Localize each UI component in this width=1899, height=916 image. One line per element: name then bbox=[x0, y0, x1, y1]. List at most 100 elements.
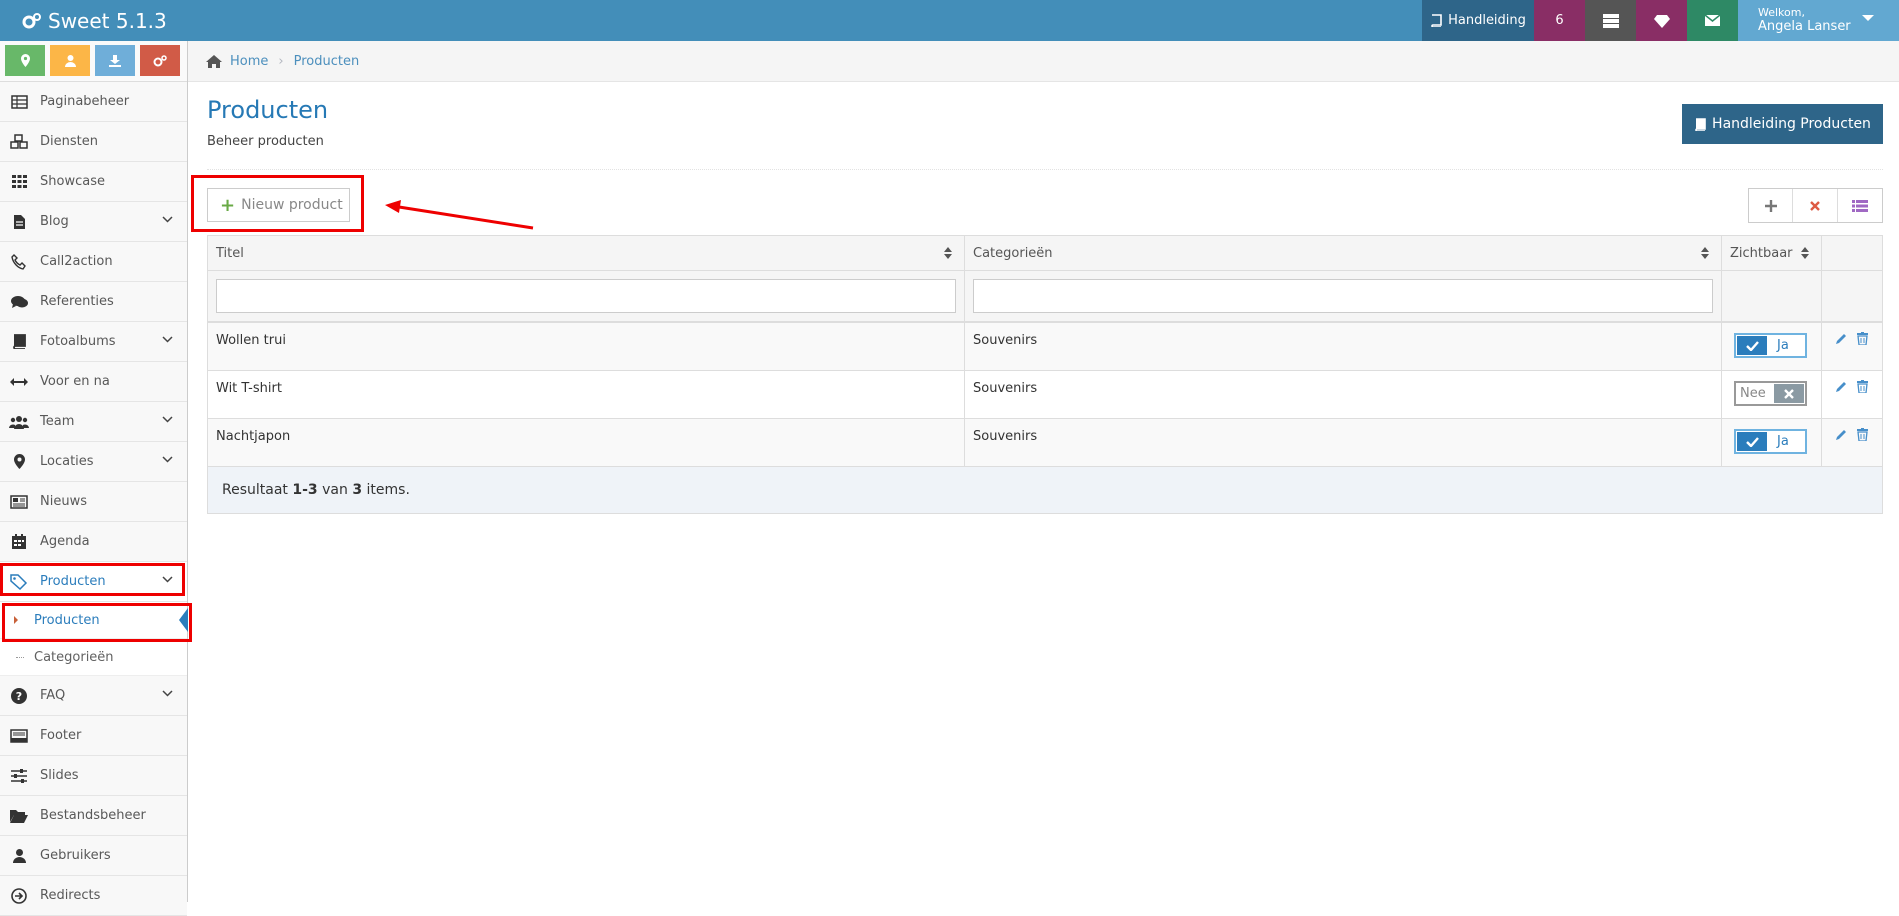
tree-dash bbox=[16, 657, 24, 658]
cogs-icon bbox=[22, 12, 41, 28]
arrows-h-icon bbox=[10, 377, 28, 386]
breadcrumb-current[interactable]: Producten bbox=[294, 54, 360, 69]
sidebar-item-label: Fotoalbums bbox=[40, 334, 116, 349]
manual-products-button[interactable]: Handleiding Producten bbox=[1682, 104, 1883, 144]
cell-visible: Nee bbox=[1722, 371, 1822, 419]
visibility-toggle[interactable]: Nee bbox=[1734, 381, 1807, 406]
sidebar-item-label: Referenties bbox=[40, 294, 114, 309]
highlight-box-submenu-producten bbox=[2, 603, 192, 642]
toggle-label: Ja bbox=[1777, 434, 1789, 449]
sidebar-item-fotoalbums[interactable]: Fotoalbums bbox=[0, 322, 187, 362]
notification-count: 6 bbox=[1555, 13, 1564, 28]
column-header-actions bbox=[1822, 236, 1882, 271]
map-marker-icon bbox=[13, 454, 25, 469]
products-table: Titel Categorieën Zichtbaar Wollen trui … bbox=[207, 235, 1883, 514]
table-footer: Resultaat 1-3 van 3 items. bbox=[208, 467, 1882, 513]
sidebar-item-voor-en-na[interactable]: Voor en na bbox=[0, 362, 187, 402]
app-title: Sweet 5.1.3 bbox=[48, 8, 167, 33]
chevron-down-icon bbox=[162, 216, 173, 223]
trash-icon[interactable] bbox=[1857, 380, 1868, 393]
sidebar-item-referenties[interactable]: Referenties bbox=[0, 282, 187, 322]
visibility-toggle[interactable]: Ja bbox=[1734, 333, 1807, 358]
notifications-button[interactable]: 6 bbox=[1534, 0, 1585, 41]
sidebar-item-label: Paginabeheer bbox=[40, 94, 130, 109]
sidebar-item-label: Slides bbox=[40, 768, 79, 783]
sidebar-item-blog[interactable]: Blog bbox=[0, 202, 187, 242]
table-header-row: Titel Categorieën Zichtbaar bbox=[208, 236, 1882, 271]
table-row: Nachtjapon Souvenirs Ja bbox=[208, 419, 1882, 467]
filter-cell bbox=[965, 271, 1722, 323]
pencil-icon[interactable] bbox=[1835, 428, 1848, 441]
shortcut-location[interactable] bbox=[5, 45, 45, 76]
sidebar-item-team[interactable]: Team bbox=[0, 402, 187, 442]
diamond-button[interactable] bbox=[1636, 0, 1687, 41]
shortcut-settings[interactable] bbox=[140, 45, 180, 76]
footer-suffix: items. bbox=[366, 482, 410, 498]
sidebar-item-diensten[interactable]: Diensten bbox=[0, 122, 187, 162]
sidebar-item-agenda[interactable]: Agenda bbox=[0, 522, 187, 562]
newspaper-icon bbox=[10, 494, 28, 509]
trash-icon[interactable] bbox=[1857, 332, 1868, 345]
submenu-item-categorieen[interactable]: Categorieën bbox=[0, 639, 187, 676]
welcome-text: Welkom, bbox=[1758, 5, 1805, 19]
highlight-box-new-product bbox=[191, 175, 364, 232]
sidebar-item-label: Redirects bbox=[40, 888, 101, 903]
sidebar-item-gebruikers[interactable]: Gebruikers bbox=[0, 836, 187, 876]
sidebar-item-call2action[interactable]: Call2action bbox=[0, 242, 187, 282]
book-icon bbox=[1695, 117, 1706, 131]
book-icon bbox=[1431, 14, 1442, 27]
sidebar-item-bestandsbeheer[interactable]: Bestandsbeheer bbox=[0, 796, 187, 836]
server-button[interactable] bbox=[1585, 0, 1636, 41]
question-icon: ? bbox=[11, 687, 27, 704]
visibility-toggle[interactable]: Ja bbox=[1734, 429, 1807, 454]
pencil-icon[interactable] bbox=[1835, 332, 1848, 345]
column-header-label: Categorieën bbox=[973, 245, 1053, 261]
title-filter-input[interactable] bbox=[216, 279, 956, 313]
breadcrumb: Home › Producten bbox=[188, 41, 1899, 82]
sidebar-item-faq[interactable]: ? FAQ bbox=[0, 676, 187, 716]
sidebar-item-label: Blog bbox=[40, 214, 69, 229]
filter-cell bbox=[1822, 271, 1882, 323]
user-menu[interactable]: Welkom, Angela Lanser bbox=[1738, 0, 1899, 41]
sidebar-item-showcase[interactable]: Showcase bbox=[0, 162, 187, 202]
sidebar-item-redirects[interactable]: Redirects bbox=[0, 876, 187, 916]
column-header-zichtbaar[interactable]: Zichtbaar bbox=[1722, 236, 1822, 271]
sidebar-item-label: Team bbox=[40, 414, 75, 429]
messages-button[interactable] bbox=[1687, 0, 1738, 41]
footer-range: 1-3 bbox=[292, 482, 318, 498]
sidebar-item-label: FAQ bbox=[40, 688, 66, 703]
toggle-label: Ja bbox=[1777, 338, 1789, 353]
file-icon bbox=[13, 214, 25, 229]
add-row-button[interactable] bbox=[1749, 189, 1794, 222]
clear-filter-button[interactable] bbox=[1793, 189, 1838, 222]
sort-icon bbox=[944, 247, 952, 259]
sidebar-item-paginabeheer[interactable]: Paginabeheer bbox=[0, 82, 187, 122]
pencil-icon[interactable] bbox=[1835, 380, 1848, 393]
sidebar-item-locaties[interactable]: Locaties bbox=[0, 442, 187, 482]
table-toolbar bbox=[1748, 188, 1883, 223]
column-header-titel[interactable]: Titel bbox=[208, 236, 965, 271]
shortcut-download[interactable] bbox=[95, 45, 135, 76]
column-header-categorieen[interactable]: Categorieën bbox=[965, 236, 1722, 271]
sidebar-item-footer[interactable]: Footer bbox=[0, 716, 187, 756]
diamond-icon bbox=[1653, 14, 1670, 28]
shortcut-user[interactable] bbox=[50, 45, 90, 76]
cell-title: Wollen trui bbox=[208, 323, 965, 371]
check-icon bbox=[1737, 432, 1767, 451]
table-row: Wollen trui Souvenirs Ja bbox=[208, 323, 1882, 371]
filter-cell bbox=[208, 271, 965, 323]
sidebar-item-slides[interactable]: Slides bbox=[0, 756, 187, 796]
calendar-icon bbox=[12, 534, 26, 549]
sidebar-item-nieuws[interactable]: Nieuws bbox=[0, 482, 187, 522]
brand[interactable]: Sweet 5.1.3 bbox=[22, 0, 167, 41]
breadcrumb-home[interactable]: Home bbox=[230, 54, 268, 69]
sidebar-item-label: Call2action bbox=[40, 254, 113, 269]
footer-prefix: Resultaat bbox=[222, 482, 288, 498]
trash-icon[interactable] bbox=[1857, 428, 1868, 441]
manual-link[interactable]: Handleiding bbox=[1422, 0, 1534, 41]
columns-button[interactable] bbox=[1837, 189, 1883, 222]
sidebar-item-label: Showcase bbox=[40, 174, 105, 189]
category-filter-input[interactable] bbox=[973, 279, 1713, 313]
submenu-item-label: Categorieën bbox=[34, 649, 114, 665]
page-subtitle: Beheer producten bbox=[207, 134, 324, 149]
